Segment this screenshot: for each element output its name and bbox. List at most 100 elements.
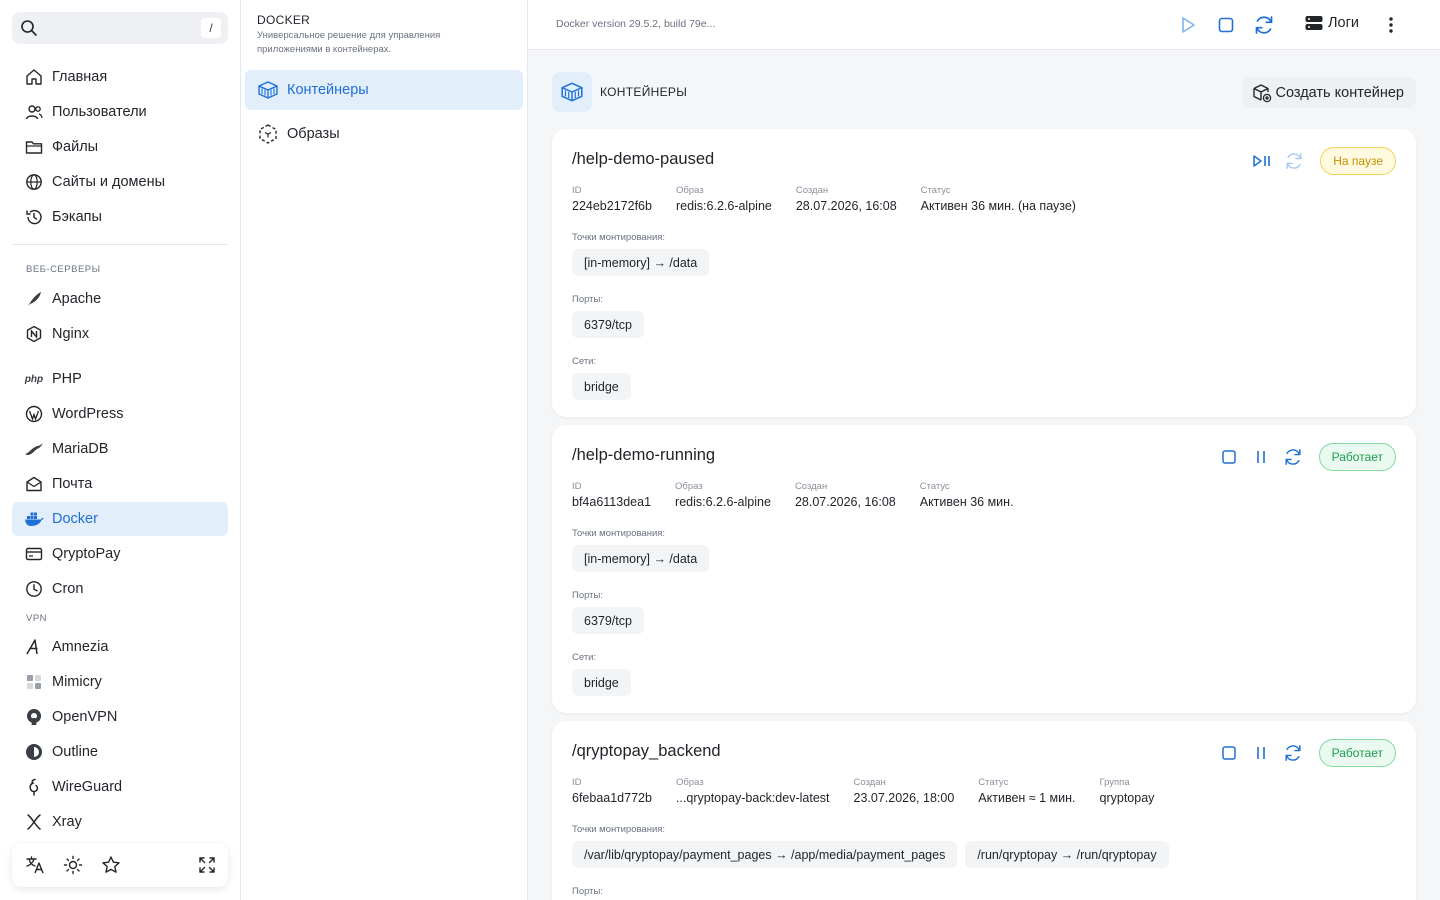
more-menu-icon[interactable] [1388, 13, 1394, 37]
sidebar-item-openvpn[interactable]: OpenVPN [12, 700, 228, 734]
home-icon [24, 67, 44, 87]
status-badge: Работает [1318, 739, 1396, 767]
sidebar-item-mail[interactable]: Почта [12, 467, 228, 501]
sidebar-item-mimicry[interactable]: Mimicry [12, 665, 228, 699]
sidebar-item-mariadb[interactable]: MariaDB [12, 432, 228, 466]
status-badge: На паузе [1320, 147, 1396, 175]
top-bar: Docker version 29.5.2, build 79e... Логи [528, 0, 1440, 50]
stop-all-button[interactable] [1217, 13, 1235, 37]
sidebar-item-docker[interactable]: Docker [12, 502, 228, 536]
translate-icon[interactable] [24, 854, 46, 876]
container-id: 6febaa1d772b [572, 791, 652, 805]
resume-button[interactable] [1250, 149, 1274, 173]
meta-label-image: Образ [675, 185, 704, 196]
create-container-button[interactable]: Создать контейнер [1241, 77, 1416, 108]
sidebar-item-backups[interactable]: Бэкапы [12, 200, 228, 234]
docker-version: Docker version 29.5.2, build 79e... [556, 18, 716, 30]
feather-icon [24, 289, 44, 309]
sidebar-item-php[interactable]: php PHP [12, 362, 228, 396]
docker-icon [24, 509, 44, 529]
card-icon [24, 544, 44, 564]
ports-label: Порты: [572, 590, 604, 601]
create-container-label: Создать контейнер [1275, 84, 1405, 101]
sidebar-item-label: Amnezia [52, 639, 109, 655]
stop-button[interactable] [1217, 445, 1241, 469]
subnav-item-containers[interactable]: Контейнеры [245, 70, 523, 110]
pause-button[interactable] [1249, 741, 1273, 765]
sidebar-item-cron[interactable]: Cron [12, 572, 228, 606]
php-icon: php [24, 373, 44, 385]
subnav-item-images[interactable]: Образы [245, 114, 523, 154]
status-badge: Работает [1318, 443, 1396, 471]
sidebar-item-label: Apache [52, 291, 102, 307]
search-icon [20, 19, 38, 42]
container-image: redis:6.2.6-alpine [675, 199, 772, 213]
fullscreen-icon[interactable] [196, 854, 218, 876]
mounts-label: Точки монтирования: [572, 232, 666, 243]
mount-chip: /run/qryptopay → /run/qryptopay [965, 841, 1169, 868]
sun-icon[interactable] [62, 854, 84, 876]
pause-button[interactable] [1249, 445, 1273, 469]
container-image: redis:6.2.6-alpine [675, 495, 771, 509]
container-id: bf4a6113dea1 [572, 495, 652, 509]
sidebar-item-wireguard[interactable]: WireGuard [12, 770, 228, 804]
containers-title: КОНТЕЙНЕРЫ [600, 85, 688, 99]
wireguard-icon [24, 777, 44, 797]
sidebar-item-nginx[interactable]: Nginx [12, 317, 228, 351]
star-icon[interactable] [100, 854, 122, 876]
meta-label-status: Статус [919, 481, 950, 492]
sidebar-divider [12, 244, 228, 245]
containers-header: КОНТЕЙНЕРЫ Создать контейнер [552, 72, 1416, 112]
port-chip: 6379/tcp [572, 607, 644, 634]
sidebar-item-amnezia[interactable]: Amnezia [12, 630, 228, 664]
sidebar-item-label: QryptoPay [52, 546, 121, 562]
sidebar-item-label: Nginx [52, 326, 90, 342]
logs-button[interactable]: Логи [1304, 14, 1359, 32]
stop-button[interactable] [1217, 741, 1241, 765]
mounts-list: [in-memory] → /data [572, 249, 717, 276]
container-created: 23.07.2026, 18:00 [853, 791, 955, 805]
restart-button[interactable] [1281, 445, 1305, 469]
sidebar-item-sites[interactable]: Сайты и домены [12, 165, 228, 199]
subnav-title: DOCKER [257, 13, 311, 27]
network-chip: bridge [572, 669, 631, 696]
sidebar-item-files[interactable]: Файлы [12, 130, 228, 164]
container-card: /help-demo-running Работает ID bf4a6113de… [552, 425, 1416, 713]
meta-label-id: ID [572, 185, 582, 196]
sidebar-item-label: Cron [52, 581, 84, 597]
logs-label: Логи [1328, 15, 1359, 31]
sidebar-item-label: Mimicry [52, 674, 102, 690]
start-all-button[interactable] [1178, 13, 1198, 37]
sidebar-item-home[interactable]: Главная [12, 60, 228, 94]
container-status: Активен 36 мин. [919, 495, 1014, 509]
ports-label: Порты: [572, 294, 604, 305]
sidebar-item-label: PHP [52, 371, 82, 387]
container-created: 28.07.2026, 16:08 [794, 495, 896, 509]
port-chip: 6379/tcp [572, 311, 644, 338]
sidebar-item-outline[interactable]: Outline [12, 735, 228, 769]
container-id: 224eb2172f6b [572, 199, 652, 213]
meta-label-status: Статус [978, 777, 1009, 788]
networks-list: bridge [572, 373, 639, 400]
sidebar-item-wordpress[interactable]: WordPress [12, 397, 228, 431]
xray-icon [24, 812, 44, 832]
search-input[interactable]: / [12, 12, 228, 44]
restart-all-button[interactable] [1253, 13, 1275, 37]
sidebar-item-label: Файлы [52, 139, 99, 155]
container-actions: Работает [1209, 739, 1396, 767]
sidebar-item-xray[interactable]: Xray [12, 805, 228, 839]
subnav-item-label: Контейнеры [287, 82, 369, 98]
sidebar-item-qryptopay[interactable]: QryptoPay [12, 537, 228, 571]
sidebar-item-users[interactable]: Пользователи [12, 95, 228, 129]
container-group: qryptopay [1099, 791, 1155, 805]
container-created: 28.07.2026, 16:08 [795, 199, 897, 213]
ports-list: 6379/tcp [572, 607, 652, 634]
image-icon [257, 123, 279, 145]
sidebar-item-label: WordPress [52, 406, 124, 422]
restart-button[interactable] [1281, 741, 1305, 765]
restart-button[interactable] [1282, 149, 1306, 173]
history-icon [24, 207, 44, 227]
sidebar-item-label: OpenVPN [52, 709, 118, 725]
sidebar-item-apache[interactable]: Apache [12, 282, 228, 316]
nginx-icon [24, 324, 44, 344]
